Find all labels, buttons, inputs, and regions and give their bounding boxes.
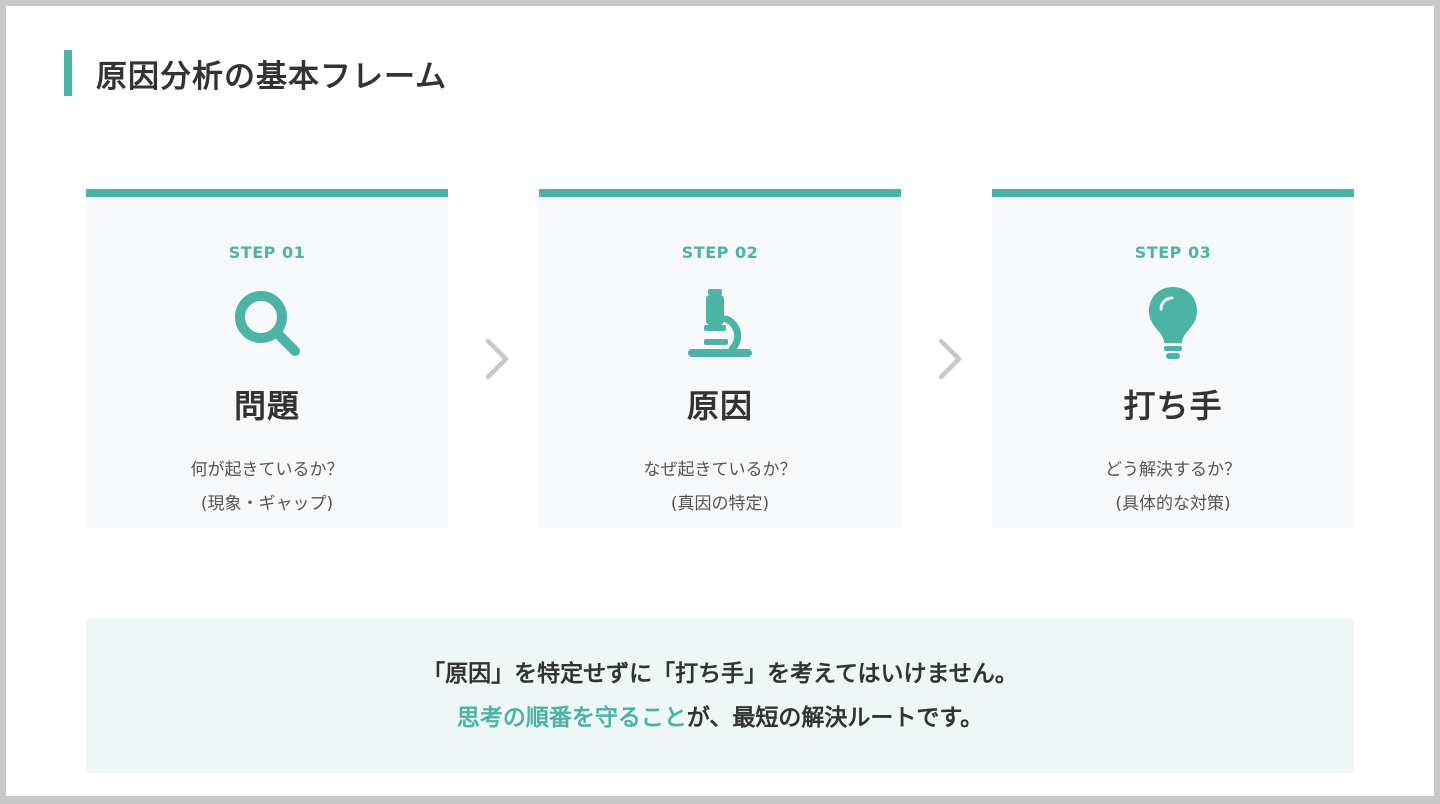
step-label: STEP 02: [681, 243, 759, 262]
title-accent-bar: [64, 50, 72, 96]
step-description: 何が起きているか？ (現象・ギャップ): [86, 453, 448, 521]
step-detail: (現象・ギャップ): [200, 494, 334, 514]
step-card-cause: STEP 02 原因 なぜ起きているか？ (真因の特定): [539, 189, 901, 528]
key-message-box: 「原因」を特定せずに「打ち手」を考えてはいけません。 思考の順番を守ることが、最…: [86, 618, 1354, 773]
step-label: STEP 01: [228, 243, 306, 262]
step-question: なぜ起きているか？: [643, 460, 797, 480]
step-card-solution: STEP 03 打ち手 どう解決するか？ (具体的な対策): [992, 189, 1354, 528]
step-detail: (具体的な対策): [1115, 494, 1231, 514]
step-title: 原因: [686, 387, 753, 425]
magnifier-icon: [235, 291, 300, 356]
key-message-line-1: 「原因」を特定せずに「打ち手」を考えてはいけません。: [422, 661, 1018, 687]
step-detail: (真因の特定): [670, 494, 770, 514]
step-card-problem: STEP 01 問題 何が起きているか？ (現象・ギャップ): [86, 189, 448, 528]
chevron-right-icon: [485, 338, 509, 380]
step-title: 打ち手: [1123, 387, 1223, 425]
key-message-rest: が、最短の解決ルートです。: [686, 705, 984, 731]
chevron-right-icon: [938, 338, 962, 380]
step-question: どう解決するか？: [1105, 460, 1241, 480]
step-question: 何が起きているか？: [190, 460, 344, 480]
key-message-line-2: 思考の順番を守ることが、最短の解決ルートです。: [86, 698, 1354, 732]
slide: 原因分析の基本フレーム STEP 01 問題 何が起きているか？ (現象・ギャッ…: [6, 6, 1434, 796]
key-message-highlight: 思考の順番を守ること: [456, 705, 687, 731]
title-area: 原因分析の基本フレーム: [64, 50, 447, 96]
step-title: 問題: [233, 387, 300, 425]
step-description: なぜ起きているか？ (真因の特定): [539, 453, 901, 521]
step-description: どう解決するか？ (具体的な対策): [992, 453, 1354, 521]
lightbulb-icon: [1149, 287, 1197, 359]
page-title: 原因分析の基本フレーム: [96, 58, 448, 95]
step-label: STEP 03: [1134, 243, 1212, 262]
microscope-icon: [688, 289, 752, 357]
